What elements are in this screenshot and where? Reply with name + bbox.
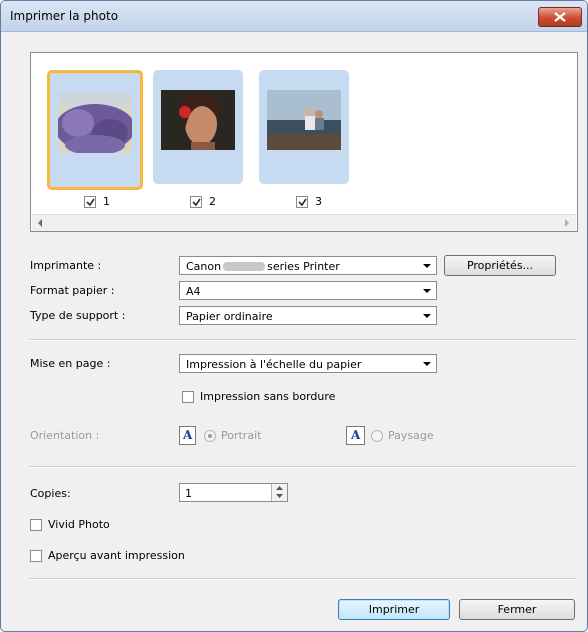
close-button[interactable]: Fermer xyxy=(459,599,575,620)
photo-3-number: 3 xyxy=(315,195,322,208)
borderless-label: Impression sans bordure xyxy=(200,390,336,403)
photo-image-couple xyxy=(267,90,341,150)
layout-label: Mise en page : xyxy=(30,357,111,370)
paper-size-value: A4 xyxy=(186,285,201,298)
landscape-radio[interactable] xyxy=(371,430,383,442)
thumbnail-horizontal-scrollbar[interactable] xyxy=(32,214,576,231)
copies-value: 1 xyxy=(185,487,192,500)
vivid-photo-label: Vivid Photo xyxy=(48,518,110,531)
redacted-model-mark xyxy=(223,262,266,271)
landscape-label: Paysage xyxy=(388,429,434,442)
photo-1-checkbox[interactable] xyxy=(84,196,96,208)
layout-select[interactable]: Impression à l'échelle du papier xyxy=(179,354,437,373)
portrait-radio[interactable] xyxy=(204,430,216,442)
checkmark-icon xyxy=(192,198,201,207)
photo-3-checkbox[interactable] xyxy=(296,196,308,208)
scroll-left-arrow-icon[interactable] xyxy=(37,219,43,227)
vivid-photo-checkbox[interactable] xyxy=(30,519,42,531)
close-window-button[interactable] xyxy=(538,7,582,27)
paper-size-select[interactable]: A4 xyxy=(179,281,437,300)
print-button[interactable]: Imprimer xyxy=(338,599,450,620)
copies-stepper[interactable] xyxy=(271,484,287,501)
checkmark-icon xyxy=(298,198,307,207)
chevron-up-icon[interactable] xyxy=(276,486,283,491)
photo-image-wisteria xyxy=(58,93,132,153)
photo-thumbnail-1[interactable] xyxy=(47,70,143,190)
chevron-down-icon xyxy=(423,264,431,268)
title-bar: Imprimer la photo xyxy=(1,1,587,32)
separator xyxy=(30,466,575,468)
media-type-select[interactable]: Papier ordinaire xyxy=(179,306,437,325)
landscape-orientation-icon: A xyxy=(346,426,365,445)
checkmark-icon xyxy=(86,198,95,207)
media-type-value: Papier ordinaire xyxy=(186,310,273,323)
chevron-down-icon xyxy=(423,314,431,318)
window-title: Imprimer la photo xyxy=(10,9,119,23)
layout-value: Impression à l'échelle du papier xyxy=(186,358,362,371)
photo-1-number: 1 xyxy=(103,195,110,208)
photo-thumbnail-2[interactable] xyxy=(153,70,243,184)
preview-checkbox[interactable] xyxy=(30,550,42,562)
paper-size-label: Format papier : xyxy=(30,284,115,297)
copies-label: Copies: xyxy=(30,487,71,500)
printer-label: Imprimante : xyxy=(30,259,102,272)
separator xyxy=(30,578,575,580)
orientation-label: Orientation : xyxy=(30,429,100,442)
photo-thumbnail-list[interactable]: 1 2 3 xyxy=(30,52,578,232)
copies-spinbox[interactable]: 1 xyxy=(179,483,288,502)
media-type-label: Type de support : xyxy=(30,309,126,322)
portrait-orientation-icon: A xyxy=(179,426,196,445)
separator xyxy=(30,339,575,341)
chevron-down-icon xyxy=(423,289,431,293)
photo-image-portrait xyxy=(161,90,235,150)
close-icon xyxy=(554,12,566,22)
printer-select[interactable]: Canon series Printer xyxy=(179,256,437,275)
photo-2-checkbox[interactable] xyxy=(190,196,202,208)
chevron-down-icon xyxy=(423,362,431,366)
properties-button[interactable]: Propriétés... xyxy=(444,255,556,276)
photo-2-number: 2 xyxy=(209,195,216,208)
print-photo-dialog: Imprimer la photo 1 2 3 Imprimante: Can… xyxy=(0,0,588,632)
preview-label: Aperçu avant impression xyxy=(48,549,185,562)
portrait-label: Portrait xyxy=(221,429,262,442)
borderless-checkbox[interactable] xyxy=(182,391,194,403)
chevron-down-icon[interactable] xyxy=(276,494,283,499)
photo-thumbnail-3[interactable] xyxy=(259,70,349,184)
printer-value: Canon series Printer xyxy=(186,260,340,273)
scroll-right-arrow-icon[interactable] xyxy=(564,219,570,227)
